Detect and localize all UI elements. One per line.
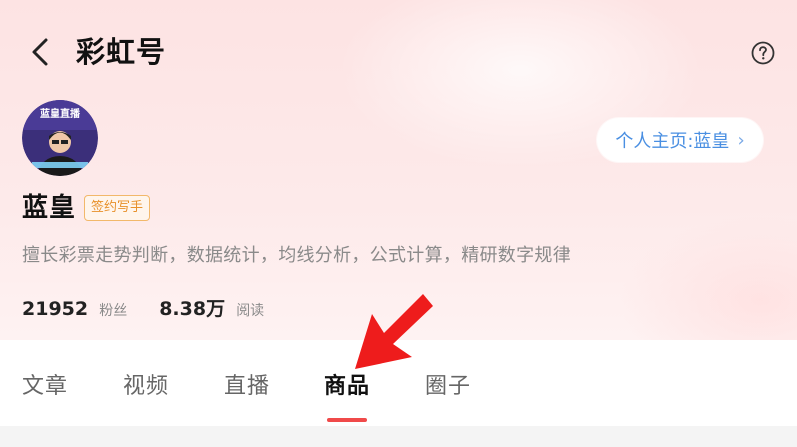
page-title: 彩虹号 [76, 35, 167, 69]
user-name: 蓝皇 [22, 193, 77, 223]
homepage-button[interactable]: 个人主页:蓝皇 › [597, 118, 763, 162]
tab-products[interactable]: 商品 [324, 372, 370, 402]
top-bar: 彩虹号 [0, 0, 797, 100]
followers-count: 21952 [22, 298, 89, 320]
chevron-right-icon: › [737, 129, 745, 151]
active-tab-indicator [327, 418, 367, 422]
avatar-image: 蓝皇直播 [22, 100, 98, 176]
status-badge: 签约写手 [84, 195, 151, 221]
tab-articles[interactable]: 文章 [22, 372, 68, 402]
tab-circles[interactable]: 圈子 [425, 372, 471, 402]
followers-label: 粉丝 [99, 303, 128, 319]
question-circle-icon[interactable] [751, 41, 775, 65]
tab-videos[interactable]: 视频 [123, 372, 169, 402]
followers-stat[interactable]: 21952 粉丝 [22, 298, 127, 320]
back-button[interactable] [22, 32, 58, 72]
user-bio: 擅长彩票走势判断，数据统计，均线分析，公式计算，精研数字规律 [22, 245, 571, 266]
content-area-top [0, 426, 797, 447]
reads-stat: 8.38万 阅读 [159, 294, 264, 321]
reads-count: 8.38万 [159, 298, 226, 320]
avatar-caption: 蓝皇直播 [40, 107, 81, 120]
avatar[interactable]: 蓝皇直播 [22, 100, 98, 176]
tab-live[interactable]: 直播 [224, 372, 270, 402]
tab-bar: 文章 视频 直播 商品 圈子 [0, 340, 797, 426]
reads-label: 阅读 [236, 303, 265, 319]
chevron-left-icon [32, 38, 48, 66]
homepage-button-label: 个人主页:蓝皇 [615, 131, 730, 152]
stats-row: 21952 粉丝 8.38万 阅读 [22, 294, 264, 324]
